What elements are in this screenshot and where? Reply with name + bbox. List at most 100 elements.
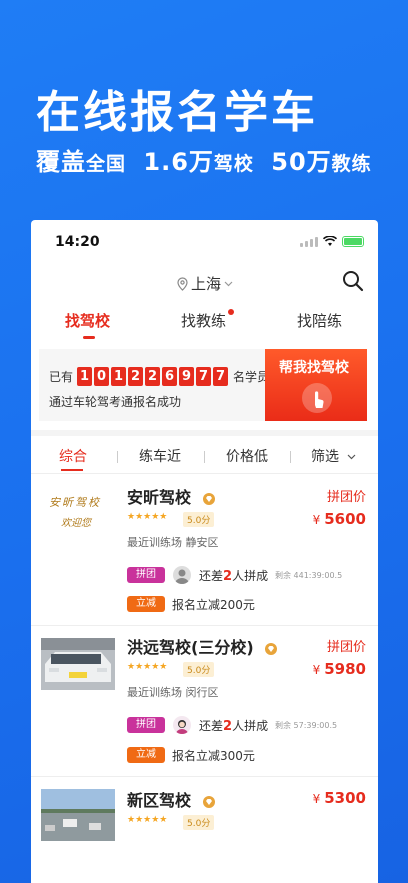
filter-more-label: 筛选 [311,449,339,465]
location-pin-icon [177,276,188,291]
filter-divider [204,451,205,463]
count-digit: 2 [128,367,144,386]
hero-title: 在线报名学车 [36,87,318,138]
count-digit: 2 [145,367,161,386]
filter-comprehensive[interactable]: 综合 [59,446,87,466]
group-tag: 拼团 [127,717,165,733]
signal-icon [300,236,318,247]
currency: ¥ [312,792,321,806]
discount-tag: 立减 [127,747,165,763]
new-dot-badge [228,309,234,315]
hero-subtitle: 覆盖全国 1.6万驾校 50万教练 [36,142,372,177]
rating-score: 5.0分 [183,662,215,677]
find-school-button[interactable]: 帮我找驾校 [265,349,367,421]
diamond-badge-icon [202,492,215,505]
price: ¥5980 [313,660,366,678]
school-name-text: 安昕驾校 [127,488,192,507]
find-school-button-label: 帮我找驾校 [279,360,349,376]
tab-find-school[interactable]: 找驾校 [65,310,110,331]
school-name: 洪远驾校(三分校) [127,634,278,658]
battery-icon [342,236,364,247]
count-digit: 0 [94,367,110,386]
user-avatar [173,716,191,734]
price-value: 5300 [324,789,366,807]
price-label: 拼团价 [326,490,366,505]
hero-subtitle-a: 覆盖 [36,148,86,176]
need-suffix: 人拼成 [232,569,269,583]
logo-text: 欢迎您 [61,518,91,529]
count-prefix: 已有 [49,370,74,384]
school-name: 新区驾校 [127,787,215,811]
promo-banner[interactable]: 已有 1 0 1 2 2 6 9 7 7 名学员 通过车轮驾考通报名成功 帮我找… [39,349,367,421]
rating-stars: ★★★★★ [127,512,168,522]
price-value: 5980 [324,660,366,678]
phone-screen: 14:20 上海 找驾校 找教练 找陪练 已有 1 0 1 2 2 6 9 7 … [31,220,378,883]
rating-score: 5.0分 [183,512,215,527]
need-suffix: 人拼成 [232,719,269,733]
school-photo [41,789,115,841]
filter-more[interactable]: 筛选 [311,446,356,466]
logo-text: 安昕驾校 [49,496,101,509]
count-digit: 6 [162,367,178,386]
filter-underline [61,469,83,471]
hero-subtitle-d: 驾校 [213,153,254,175]
filter-divider [117,451,118,463]
school-card[interactable]: 新区驾校 ★★★★★ 5.0分 ¥5300 [31,777,378,883]
rating-stars: ★★★★★ [127,662,168,672]
hero-subtitle-c: 1.6万 [143,148,214,176]
chevron-down-icon [224,281,233,286]
need-number: 2 [223,719,233,734]
tab-find-sparring[interactable]: 找陪练 [297,310,342,331]
banner-subtext: 通过车轮驾考通报名成功 [49,395,182,409]
price: ¥5300 [313,789,366,807]
count-digit: 9 [179,367,195,386]
wifi-icon [323,236,337,246]
user-avatar [173,566,191,584]
search-icon[interactable] [342,270,364,292]
currency: ¥ [312,513,321,527]
discount-text: 报名立减300元 [172,749,255,763]
price-label: 拼团价 [326,640,366,655]
main-tabs: 找驾校 找教练 找陪练 [31,309,378,342]
school-name-text: 洪远驾校(三分校) [127,638,254,657]
rating-score: 5.0分 [183,815,215,830]
remaining-time: 剩余 57:39:00.5 [275,721,338,730]
rating-stars: ★★★★★ [127,815,168,825]
need-number: 2 [223,569,233,584]
school-name-text: 新区驾校 [127,791,192,810]
remaining-time: 剩余 441:39:00.5 [275,571,343,580]
group-tag: 拼团 [127,567,165,583]
filter-nearby[interactable]: 练车近 [139,446,181,466]
discount-tag: 立减 [127,596,165,612]
status-icons [300,236,364,247]
training-area: 最近训练场 闵行区 [127,686,219,699]
need-people: 还差2人拼成 [199,567,268,584]
need-prefix: 还差 [199,569,224,583]
diamond-badge-icon [265,642,278,655]
hero-subtitle-e: 50万 [271,148,332,176]
price: ¥5600 [313,510,366,528]
tab-find-coach[interactable]: 找教练 [181,310,226,331]
filter-bar: 综合 练车近 价格低 筛选 [31,438,378,474]
diamond-badge-icon [202,795,215,808]
city-selector[interactable]: 上海 [177,273,233,294]
hand-tap-icon [302,383,332,413]
count-digit: 1 [77,367,93,386]
count-digit: 1 [111,367,127,386]
discount-text: 报名立减200元 [172,598,255,612]
count-suffix: 名学员 [233,370,270,384]
need-people: 还差2人拼成 [199,717,268,734]
count-digit: 7 [213,367,229,386]
status-time: 14:20 [55,234,100,250]
tab-underline [83,336,95,339]
currency: ¥ [312,663,321,677]
filter-price[interactable]: 价格低 [226,446,268,466]
location-bar: 上海 [31,270,378,296]
status-bar: 14:20 [31,220,378,264]
hero-subtitle-b: 全国 [86,153,127,175]
school-logo: 安昕驾校 欢迎您 [41,488,115,540]
school-photo [41,638,115,690]
city-label: 上海 [191,275,222,293]
training-area: 最近训练场 静安区 [127,536,219,549]
count-digit: 7 [196,367,212,386]
